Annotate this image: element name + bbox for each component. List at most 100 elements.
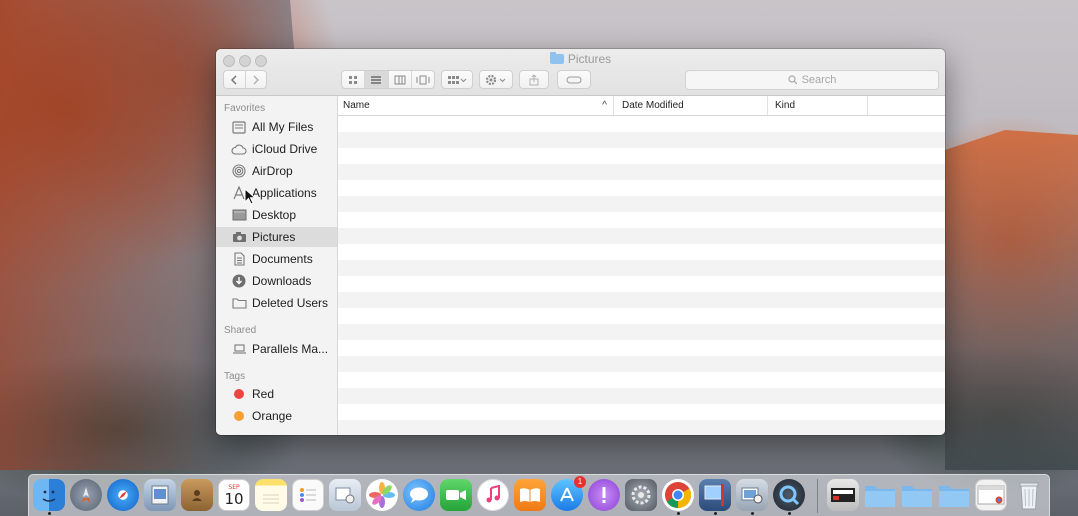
- column-header-name[interactable]: Name ^: [338, 96, 614, 115]
- window-title: Pictures: [216, 52, 945, 66]
- app-store-dock-icon[interactable]: 1: [551, 476, 586, 511]
- safari-dock-icon[interactable]: [107, 479, 139, 511]
- airdrop-icon: [231, 164, 247, 178]
- system-preferences-dock-icon[interactable]: [625, 479, 657, 511]
- finder-window: Pictures Search Favorites All My Files i…: [216, 49, 945, 435]
- mouse-cursor-icon: [244, 188, 256, 205]
- column-header-kind[interactable]: Kind: [770, 96, 868, 115]
- cover-flow-button[interactable]: [412, 71, 434, 88]
- action-button[interactable]: [479, 70, 513, 89]
- sidebar-item-label: AirDrop: [252, 164, 293, 178]
- chevron-right-icon: [253, 75, 259, 84]
- sidebar-item-label: Applications: [252, 186, 317, 200]
- sidebar-item-icloud-drive[interactable]: iCloud Drive: [216, 139, 337, 159]
- sidebar-item-documents[interactable]: Documents: [216, 249, 337, 269]
- image-capture-dock-icon[interactable]: [736, 479, 768, 511]
- sidebar-item-all-my-files[interactable]: All My Files: [216, 117, 337, 137]
- chrome-dock-icon[interactable]: [662, 479, 694, 511]
- cover-flow-icon: [416, 75, 430, 84]
- folder-icon: [231, 296, 247, 310]
- chrome-window-dock-icon[interactable]: [975, 479, 1007, 511]
- desktop-icon: [231, 208, 247, 222]
- finder-dock-icon[interactable]: [33, 479, 65, 511]
- ibooks-dock-icon[interactable]: [514, 479, 546, 511]
- remote-desktop-dock-icon[interactable]: [699, 479, 731, 511]
- tags-button[interactable]: [557, 70, 591, 89]
- remote-desktop-running-indicator: [714, 512, 717, 515]
- list-header: Name ^ Date Modified Kind: [338, 96, 945, 116]
- reminders-dock-icon[interactable]: [292, 479, 324, 511]
- back-button[interactable]: [224, 71, 246, 88]
- share-icon: [529, 73, 539, 85]
- contacts-dock-icon[interactable]: [181, 479, 213, 511]
- sidebar-item-pictures[interactable]: Pictures: [216, 227, 337, 247]
- download-icon: [231, 274, 247, 288]
- chevron-left-icon: [231, 75, 237, 84]
- preview-dock-icon[interactable]: [144, 479, 176, 511]
- sidebar-item-label: Parallels Ma...: [252, 342, 329, 356]
- notes-dock-icon[interactable]: [255, 479, 287, 511]
- sidebar-item-applications[interactable]: Applications: [216, 183, 337, 203]
- back-forward-control: [223, 70, 267, 89]
- search-placeholder: Search: [801, 74, 837, 86]
- cloud-icon: [231, 142, 247, 156]
- messages-dock-icon[interactable]: [403, 479, 435, 511]
- arrange-button[interactable]: [441, 70, 473, 89]
- icon-view-button[interactable]: [342, 71, 366, 88]
- file-list: Name ^ Date Modified Kind: [338, 96, 945, 435]
- facetime-dock-icon[interactable]: [440, 479, 472, 511]
- sidebar-item-label: Deleted Users: [252, 296, 329, 310]
- sidebar-item-label: iCloud Drive: [252, 142, 318, 156]
- finder-running-indicator: [48, 512, 51, 515]
- dock-separator: [817, 479, 818, 513]
- sort-ascending-icon: ^: [602, 100, 607, 111]
- folder-icon: [549, 52, 564, 64]
- calendar-day: 10: [224, 489, 244, 508]
- sidebar-item-label: Pictures: [252, 230, 296, 244]
- recent-document-dock-icon[interactable]: [827, 479, 859, 511]
- orange-tag-icon: [231, 409, 247, 423]
- share-button[interactable]: [519, 70, 549, 89]
- quicktime-dock-icon[interactable]: [773, 479, 805, 511]
- column-header-date-modified[interactable]: Date Modified: [617, 96, 768, 115]
- sidebar-item-deleted-users[interactable]: Deleted Users: [216, 293, 337, 313]
- sidebar-item-downloads[interactable]: Downloads: [216, 271, 337, 291]
- sidebar-item-label: Red: [252, 387, 275, 401]
- quicktime-running-indicator: [788, 512, 791, 515]
- tag-icon: [566, 76, 582, 83]
- column-header-label: Date Modified: [622, 100, 684, 111]
- gear-icon: [485, 74, 506, 85]
- photo-booth-dock-icon[interactable]: [329, 479, 361, 511]
- sidebar-item-label: Documents: [252, 252, 313, 266]
- list-rows-empty[interactable]: [338, 116, 945, 435]
- search-field[interactable]: Search: [685, 70, 939, 90]
- wallpaper-cliff-right: [945, 130, 1078, 470]
- feedback-dock-icon[interactable]: [588, 479, 620, 511]
- forward-button[interactable]: [246, 71, 267, 88]
- launchpad-dock-icon[interactable]: [70, 479, 102, 511]
- sidebar-tag-red[interactable]: Red: [216, 384, 337, 404]
- computer-icon: [231, 342, 247, 356]
- trash-dock-icon[interactable]: [1013, 479, 1045, 511]
- image-capture-running-indicator: [751, 512, 754, 515]
- sidebar-item-label: All My Files: [252, 120, 314, 134]
- column-view-icon: [394, 75, 406, 84]
- column-view-button[interactable]: [389, 71, 412, 88]
- itunes-dock-icon[interactable]: [477, 479, 509, 511]
- sidebar-tag-orange[interactable]: Orange: [216, 406, 337, 426]
- sidebar-item-parallels[interactable]: Parallels Ma...: [216, 339, 337, 359]
- sidebar-heading-favorites: Favorites: [224, 103, 266, 114]
- column-header-label: Kind: [775, 100, 796, 111]
- view-mode-control: [341, 70, 435, 89]
- sidebar-item-airdrop[interactable]: AirDrop: [216, 161, 337, 181]
- downloads-folder-dock-icon[interactable]: [938, 479, 970, 511]
- calendar-dock-icon[interactable]: SEP 10: [218, 479, 250, 511]
- documents-folder-dock-icon[interactable]: [901, 479, 933, 511]
- list-view-button[interactable]: [365, 71, 389, 88]
- app-store-badge: 1: [574, 476, 586, 488]
- sidebar-item-desktop[interactable]: Desktop: [216, 205, 337, 225]
- red-tag-icon: [231, 387, 247, 401]
- folder-stack-dock-icon[interactable]: [864, 479, 896, 511]
- sidebar-item-label: Desktop: [252, 208, 297, 222]
- photos-dock-icon[interactable]: [366, 479, 398, 511]
